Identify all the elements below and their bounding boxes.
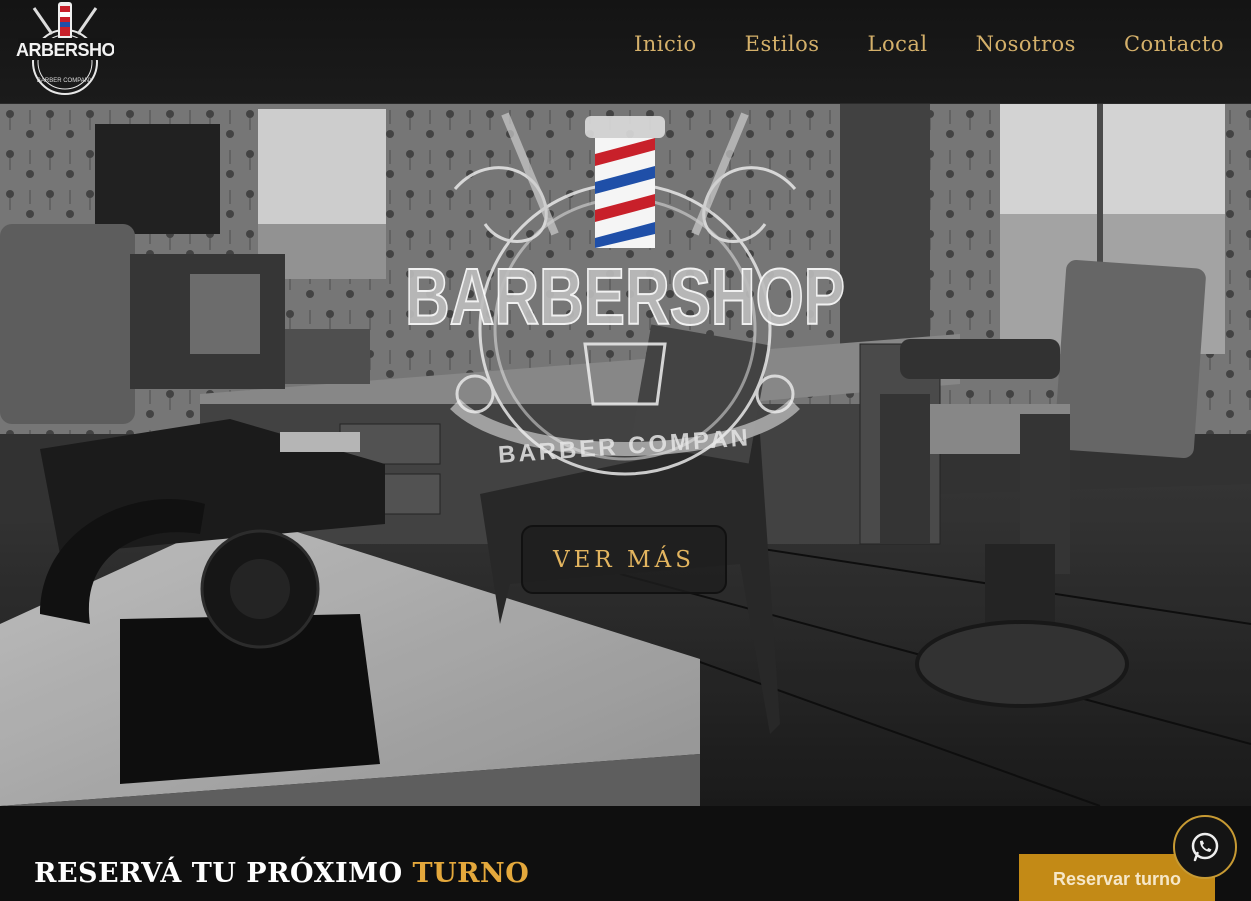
ver-mas-button[interactable]: VER MÁS [521, 525, 727, 594]
nav-nosotros[interactable]: Nosotros [976, 32, 1076, 56]
hero-banner: BARBERSHOP BARBER COMPAN VER MÁS [0, 104, 1251, 806]
nav-contacto[interactable]: Contacto [1124, 32, 1224, 56]
hero-logo-subtitle: BARBER COMPAN [497, 424, 751, 469]
reserve-section: RESERVÁ TU PRÓXIMO TURNO Reservar turno [0, 806, 1251, 901]
reserve-title-main: RESERVÁ TU PRÓXIMO [34, 858, 413, 889]
nav-estilos[interactable]: Estilos [745, 32, 820, 56]
nav-local[interactable]: Local [868, 32, 928, 56]
site-logo[interactable]: BARBERSHOP BARBER COMPANY [3, 0, 127, 100]
whatsapp-icon [1191, 832, 1219, 862]
nav-inicio[interactable]: Inicio [634, 32, 697, 56]
site-header: BARBERSHOP BARBER COMPANY Inicio Estilos… [0, 0, 1251, 104]
logo-text: BARBERSHOP [16, 40, 114, 60]
whatsapp-button[interactable] [1173, 815, 1237, 879]
reserve-title: RESERVÁ TU PRÓXIMO TURNO [34, 858, 529, 889]
reserve-title-accent: TURNO [412, 858, 530, 889]
hero-logo-title: BARBERSHOP [405, 252, 845, 341]
main-nav: Inicio Estilos Local Nosotros Contacto [634, 32, 1224, 56]
logo-subtext: BARBER COMPANY [37, 78, 93, 84]
hero-logo-watermark: BARBERSHOP BARBER COMPAN [404, 112, 846, 476]
